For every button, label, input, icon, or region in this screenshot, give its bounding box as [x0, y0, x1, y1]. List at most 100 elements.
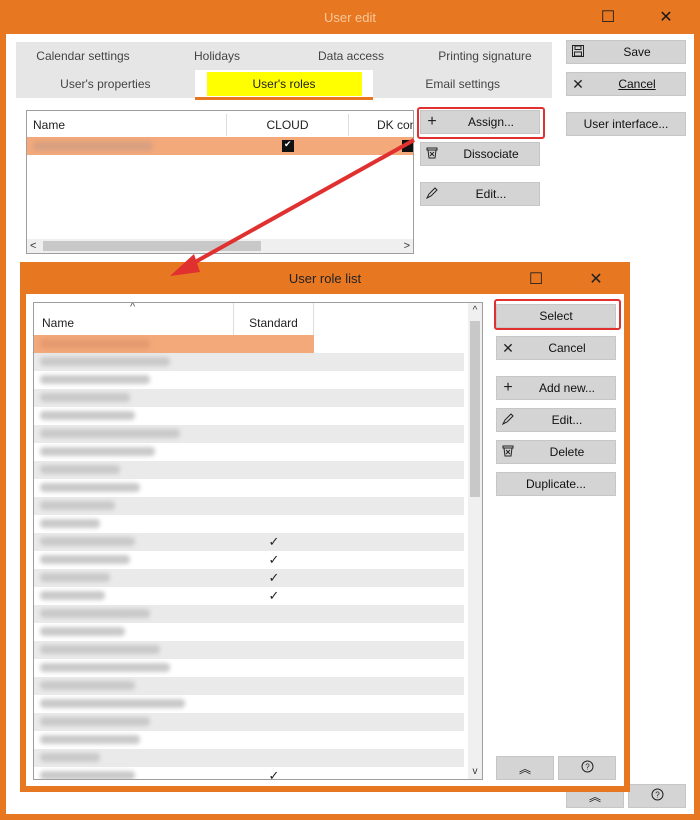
role-name-cell	[34, 749, 234, 767]
close-icon[interactable]: ✕	[656, 8, 676, 28]
blurred-role-name	[40, 555, 130, 564]
cancel-button[interactable]: ✕ Cancel	[566, 72, 686, 96]
scroll-thumb[interactable]	[43, 241, 261, 251]
dialog-cancel-label: Cancel	[548, 341, 586, 355]
table-row[interactable]: ✓	[34, 551, 464, 569]
role-name-cell	[34, 425, 234, 443]
standard-cell	[234, 695, 314, 713]
dk-checkbox[interactable]	[402, 139, 413, 152]
scroll-thumb[interactable]	[470, 321, 480, 497]
horizontal-scrollbar[interactable]: < >	[27, 239, 413, 253]
blurred-role-name	[40, 447, 155, 456]
table-header: Name CLOUD DK con	[27, 114, 413, 136]
blurred-role-name	[40, 609, 150, 618]
add-new-button[interactable]: + Add new...	[496, 376, 616, 400]
edit-label: Edit...	[475, 187, 507, 201]
dialog-edit-button[interactable]: Edit...	[496, 408, 616, 432]
pencil-icon	[421, 186, 443, 202]
table-row[interactable]	[34, 407, 464, 425]
dissociate-button[interactable]: Dissociate	[420, 142, 540, 166]
vertical-scrollbar[interactable]: ^ v	[468, 303, 482, 779]
dialog-help-button[interactable]: ?	[558, 756, 616, 780]
table-row[interactable]	[34, 425, 464, 443]
edit-button[interactable]: Edit...	[420, 182, 540, 206]
scroll-down-icon[interactable]: v	[468, 766, 482, 777]
role-list-rows: ✓ ✓ ✓ ✓ ✓	[34, 335, 464, 780]
tab-email-settings[interactable]: Email settings	[373, 70, 552, 98]
sort-ascending-icon: ^	[130, 302, 136, 313]
dialog-cancel-button[interactable]: ✕ Cancel	[496, 336, 616, 360]
cloud-checkbox[interactable]	[282, 139, 294, 152]
tab-calendar-settings[interactable]: Calendar settings	[16, 42, 150, 70]
table-row[interactable]	[34, 713, 464, 731]
standard-check-icon: ✓	[268, 768, 280, 780]
table-row[interactable]	[34, 353, 464, 371]
user-interface-button[interactable]: User interface...	[566, 112, 686, 136]
table-row[interactable]	[34, 695, 464, 713]
table-row[interactable]	[34, 515, 464, 533]
svg-text:?: ?	[585, 763, 590, 772]
standard-cell	[234, 461, 314, 479]
role-list-table: Name ^ Standard ✓ ✓ ✓ ✓ ✓ ^ v	[33, 302, 483, 780]
table-row[interactable]: ✓	[34, 767, 464, 780]
dialog-maximize-icon[interactable]: ☐	[526, 270, 546, 290]
table-row[interactable]: ✓	[34, 587, 464, 605]
table-header: Name ^ Standard	[34, 303, 470, 335]
close-icon: ✕	[572, 75, 584, 92]
table-row[interactable]	[34, 443, 464, 461]
standard-cell	[234, 497, 314, 515]
duplicate-button[interactable]: Duplicate...	[496, 472, 616, 496]
role-name-cell	[34, 515, 234, 533]
column-header-cloud[interactable]: CLOUD	[227, 114, 349, 136]
tab-printing-signature[interactable]: Printing signature	[418, 42, 552, 70]
delete-button[interactable]: Delete	[496, 440, 616, 464]
save-button[interactable]: Save	[566, 40, 686, 64]
column-header-name[interactable]: Name	[27, 114, 227, 136]
blurred-role-name	[40, 411, 135, 420]
delete-label: Delete	[549, 445, 585, 459]
dialog-collapse-button[interactable]: ︽	[496, 756, 554, 780]
trash-icon	[497, 444, 519, 460]
scroll-right-icon[interactable]: >	[404, 239, 410, 253]
table-row[interactable]	[34, 659, 464, 677]
table-row[interactable]	[34, 677, 464, 695]
dialog-close-icon[interactable]: ✕	[586, 270, 606, 290]
blurred-role-name	[40, 717, 150, 726]
blurred-role-name	[40, 645, 160, 654]
tab-data-access[interactable]: Data access	[284, 42, 418, 70]
tab-users-properties[interactable]: User's properties	[16, 70, 195, 98]
window-title: User edit	[323, 10, 377, 25]
column-header-dk[interactable]: DK con	[349, 114, 413, 136]
blurred-role-name	[40, 393, 130, 402]
standard-cell	[234, 605, 314, 623]
role-name-cell	[34, 623, 234, 641]
table-row[interactable]: ✓	[34, 569, 464, 587]
tab-users-roles[interactable]: User's roles	[194, 70, 374, 100]
table-row[interactable]	[34, 389, 464, 407]
scroll-left-icon[interactable]: <	[30, 239, 36, 253]
scroll-up-icon[interactable]: ^	[468, 305, 482, 316]
standard-cell: ✓	[234, 587, 314, 605]
table-row[interactable]	[34, 605, 464, 623]
table-row[interactable]	[27, 137, 413, 155]
help-button[interactable]: ?	[628, 784, 686, 808]
table-row[interactable]	[34, 461, 464, 479]
table-row[interactable]	[34, 371, 464, 389]
table-row[interactable]	[34, 479, 464, 497]
role-name-cell	[34, 551, 234, 569]
table-row[interactable]	[34, 497, 464, 515]
standard-cell	[234, 389, 314, 407]
table-row[interactable]	[34, 335, 464, 353]
table-row[interactable]	[34, 641, 464, 659]
maximize-icon[interactable]: ☐	[598, 8, 618, 28]
table-row[interactable]	[34, 749, 464, 767]
standard-cell	[234, 731, 314, 749]
standard-cell: ✓	[234, 533, 314, 551]
standard-cell	[234, 443, 314, 461]
column-header-standard[interactable]: Standard	[234, 303, 314, 335]
table-row[interactable]: ✓	[34, 533, 464, 551]
tab-holidays[interactable]: Holidays	[150, 42, 284, 70]
user-interface-label: User interface...	[583, 117, 669, 131]
table-row[interactable]	[34, 623, 464, 641]
table-row[interactable]	[34, 731, 464, 749]
